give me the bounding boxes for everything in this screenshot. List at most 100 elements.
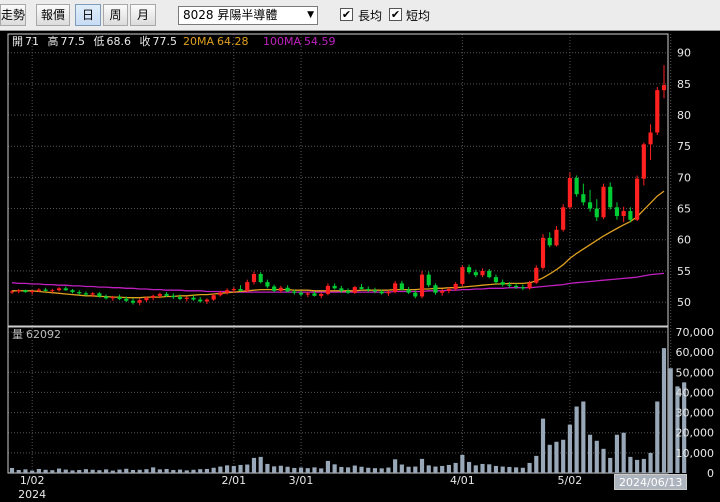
volume-bar (198, 469, 203, 473)
candle-body (446, 288, 451, 291)
price-tick-label: 80 (677, 109, 691, 122)
candle-body (97, 293, 102, 297)
volume-bar (614, 434, 620, 473)
volume-bar (23, 469, 28, 473)
volume-bar (339, 466, 344, 473)
volume-bar (292, 467, 297, 473)
volume-bar (184, 470, 189, 473)
volume-bar (547, 444, 552, 473)
volume-bar (453, 462, 458, 473)
tab-trend[interactable]: 走勢 (0, 4, 26, 26)
price-tick-label: 55 (677, 265, 691, 278)
volume-bar (225, 465, 230, 473)
candle-body (594, 208, 599, 218)
candle (473, 269, 478, 278)
candle-body (480, 270, 485, 276)
candle (211, 293, 216, 301)
candle-body (413, 292, 418, 297)
volume-bar (433, 466, 438, 473)
candle-body (460, 267, 465, 284)
short-ma-checkbox[interactable]: ✔ (389, 8, 402, 21)
candle (225, 288, 230, 295)
candle-body (325, 285, 331, 294)
volume-tick-label: 20,000 (676, 427, 715, 440)
volume-bars (9, 348, 687, 473)
high-label: 高 (48, 34, 59, 48)
candle (191, 295, 196, 301)
candle (608, 182, 613, 210)
candle (487, 269, 492, 279)
candle-body (393, 283, 398, 293)
candle-body (204, 299, 210, 302)
tab-quote[interactable]: 報價 (36, 4, 70, 26)
candle (561, 204, 566, 232)
candle-body (473, 272, 478, 276)
candle-body (164, 293, 169, 296)
date-tick-label: 2/01 (221, 474, 246, 487)
price-tick-label: 85 (677, 78, 691, 91)
ma20-legend: 20MA 64.28 (183, 35, 249, 48)
volume-bar (130, 469, 136, 473)
candle (56, 287, 62, 292)
candle (406, 287, 411, 294)
candle-body (332, 285, 337, 289)
candle-body (527, 282, 532, 289)
candle-body (433, 285, 438, 293)
volume-tick-label: 30,000 (676, 407, 715, 420)
date-tick-label: 4/01 (450, 474, 475, 487)
candle (204, 298, 210, 304)
volume-bar (124, 468, 129, 473)
ma20-value: 64.28 (217, 35, 249, 48)
volume-bar (191, 469, 196, 473)
candle (594, 199, 599, 222)
long-ma-checkbox[interactable]: ✔ (340, 8, 353, 21)
candle-body (372, 290, 378, 292)
candle-body (574, 178, 579, 195)
volume-bar (493, 465, 499, 473)
candle-body (130, 300, 136, 303)
candle-body (359, 287, 364, 289)
candle (520, 284, 525, 291)
price-tick-label: 90 (677, 47, 691, 60)
candle-body (144, 297, 149, 301)
candle (587, 189, 593, 212)
candle-body (628, 211, 633, 220)
candle-body (319, 293, 324, 296)
candle-body (83, 293, 89, 295)
volume-bar (628, 456, 633, 473)
volume-bar (567, 424, 572, 473)
volume-bar (480, 463, 485, 473)
price-chart[interactable]: 50 55 60 65 70 75 80 85 90 0 10,000 20,000 30,000 40,… (0, 31, 720, 502)
candle-body (272, 286, 277, 291)
volume-bar (332, 464, 337, 473)
volume-bar (211, 467, 216, 473)
volume-bar (258, 456, 263, 473)
candle-body (453, 283, 458, 289)
candle (567, 172, 572, 210)
candle-body (561, 207, 566, 230)
candle-body (655, 90, 660, 133)
volume-bar (104, 469, 109, 473)
candle (648, 124, 653, 160)
volume-bar (251, 457, 257, 473)
candle-body (70, 290, 75, 293)
tab-daily[interactable]: 日 (75, 4, 101, 26)
date-tick-label: 1/02 (20, 474, 45, 487)
tab-weekly[interactable]: 周 (103, 4, 128, 26)
candle (393, 280, 398, 294)
volume-bar (635, 459, 640, 473)
tab-monthly[interactable]: 月 (130, 4, 156, 26)
volume-bar (393, 459, 398, 473)
candle-body (43, 289, 48, 291)
candle-body (601, 186, 606, 218)
price-tick-label: 65 (677, 203, 691, 216)
stock-select[interactable]: 8028 昇陽半導體 ▼ (178, 6, 318, 25)
volume-bar (594, 440, 599, 473)
candle (601, 183, 606, 220)
volume-bar (473, 465, 478, 473)
candle-body (258, 274, 263, 283)
candle (245, 279, 250, 293)
candle-body (292, 291, 297, 293)
volume-bar (487, 464, 492, 473)
high-value: 77.5 (61, 35, 86, 48)
